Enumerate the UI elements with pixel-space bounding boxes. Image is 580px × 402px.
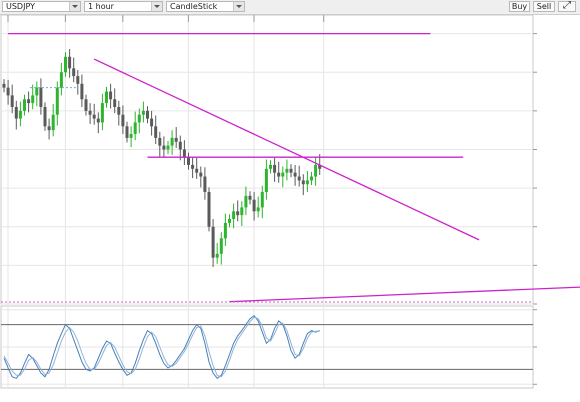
candle-body — [240, 207, 244, 216]
candle-body — [228, 219, 231, 223]
candle-body — [27, 99, 31, 104]
candle-body — [248, 195, 252, 200]
candle-body — [170, 137, 174, 146]
candle-body — [232, 211, 236, 220]
candle-body — [211, 226, 215, 258]
candle-body — [55, 87, 59, 115]
candle-body — [293, 172, 297, 177]
candle-body — [6, 87, 10, 96]
candle-body — [84, 99, 88, 111]
candle-body — [154, 126, 158, 138]
candle-body — [141, 110, 145, 115]
candle-body — [277, 172, 281, 177]
candle-body — [289, 168, 293, 173]
candle-body — [260, 191, 264, 208]
candle-body — [158, 137, 162, 146]
candle-body — [174, 137, 178, 142]
candle-body — [18, 110, 22, 119]
candle-body — [146, 110, 149, 119]
candle-body — [207, 191, 211, 227]
candle-body — [166, 145, 170, 150]
candle-body — [125, 126, 129, 138]
candle-body — [256, 207, 260, 212]
candle-body — [195, 168, 199, 173]
candle-body — [68, 56, 72, 69]
candle-body — [100, 103, 104, 123]
candle-body — [96, 118, 100, 123]
candle-body — [121, 114, 125, 127]
candle-body — [191, 164, 195, 169]
candle-body — [109, 91, 113, 100]
candle-body — [31, 95, 35, 104]
candle-body — [35, 87, 39, 96]
candle-body — [264, 168, 268, 192]
candle-body — [215, 253, 219, 258]
candle-body — [47, 126, 51, 131]
candle-body — [310, 176, 313, 181]
candle-body — [187, 157, 190, 165]
candle-body — [39, 87, 43, 107]
price-panel — [0, 14, 534, 305]
candle-body — [203, 176, 207, 192]
candle-body — [129, 134, 133, 138]
candle-body — [117, 106, 121, 115]
candle-body — [314, 164, 318, 177]
candle-body — [269, 164, 272, 169]
candle-body — [182, 149, 186, 158]
candle-body — [273, 164, 277, 173]
candle-body — [244, 195, 248, 208]
candle-body — [223, 222, 227, 239]
candle-body — [285, 168, 289, 173]
candle-body — [305, 180, 309, 185]
candle-body — [113, 99, 117, 107]
candle-body — [236, 211, 240, 216]
candle-body — [76, 76, 80, 84]
candle-body — [23, 99, 26, 111]
candle-body — [43, 106, 47, 127]
candle-body — [301, 180, 305, 185]
candle-body — [59, 72, 63, 88]
candle-body — [178, 141, 182, 150]
candle-body — [162, 145, 166, 150]
candle-body — [51, 114, 55, 131]
candle-body — [133, 122, 137, 135]
candle-body — [137, 114, 141, 123]
candle-body — [150, 118, 154, 127]
candle-body — [219, 238, 223, 254]
candle-body — [2, 83, 6, 88]
candle-body — [10, 95, 14, 107]
candle-body — [105, 91, 108, 104]
candle-body — [92, 114, 96, 119]
candle-body — [80, 83, 84, 100]
candle-body — [297, 176, 301, 181]
candle-body — [199, 172, 203, 177]
candle-body — [72, 68, 76, 77]
candle-body — [64, 56, 67, 73]
price-chart — [0, 14, 580, 389]
candle-body — [88, 110, 92, 115]
candle-body — [281, 172, 285, 177]
candle-body — [252, 199, 256, 212]
candle-body — [14, 106, 18, 119]
